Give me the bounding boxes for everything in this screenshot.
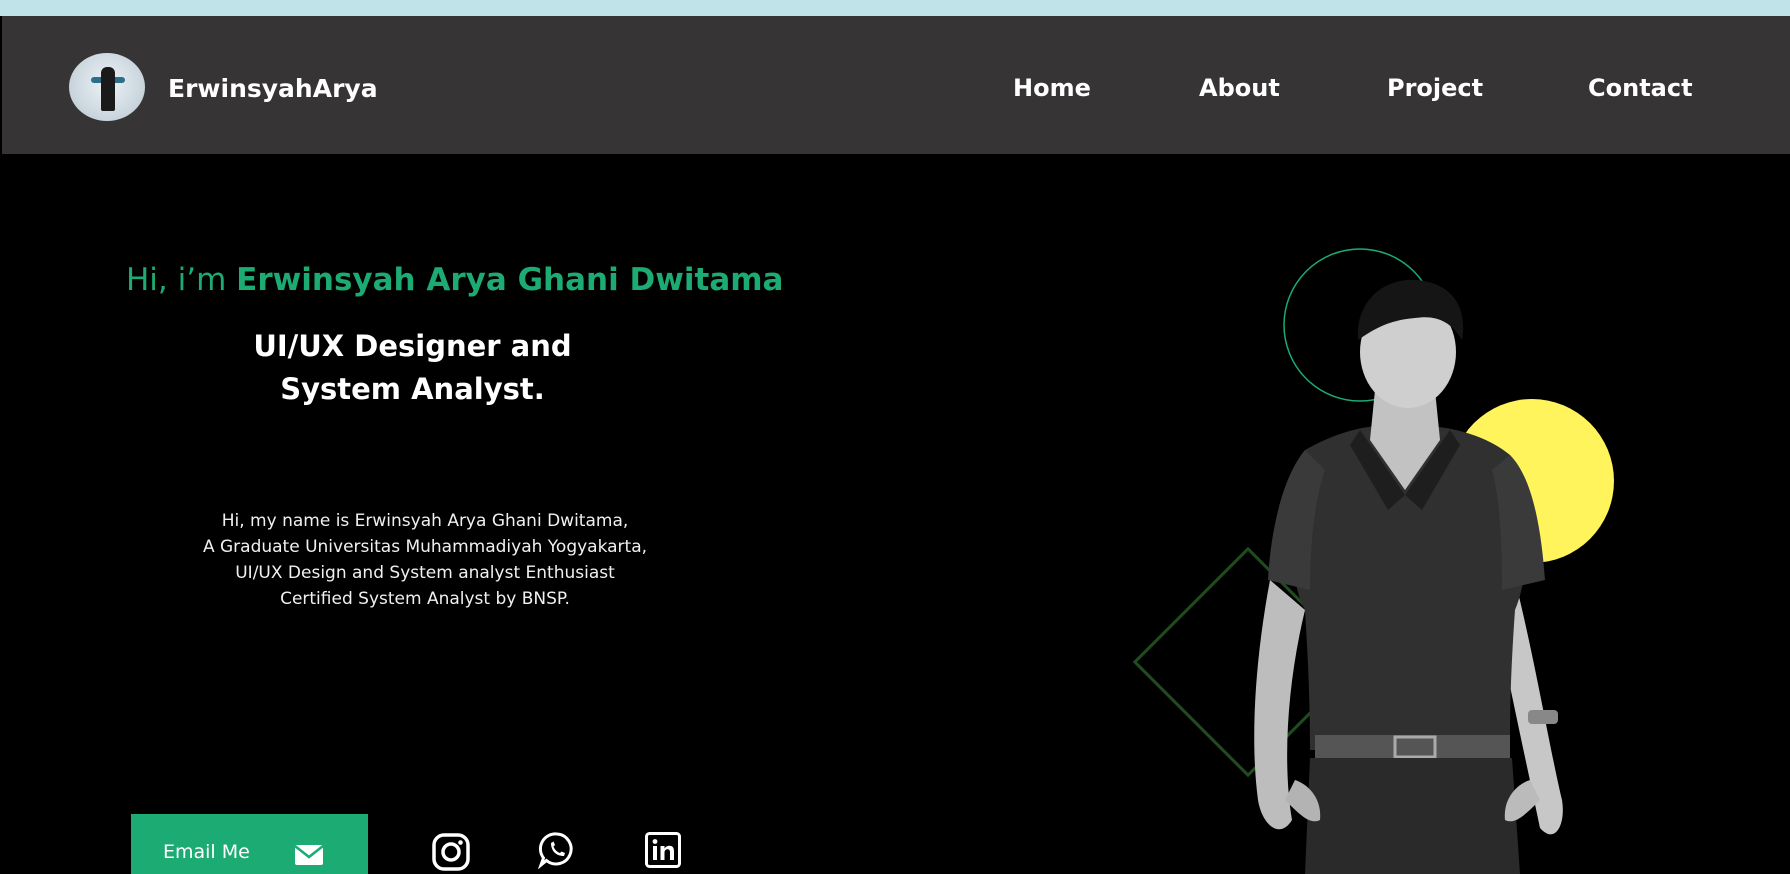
whatsapp-icon[interactable] — [538, 831, 576, 869]
bio-text: Hi, my name is Erwinsyah Arya Ghani Dwit… — [150, 508, 700, 612]
nav-project[interactable]: Project — [1387, 74, 1483, 102]
bio-line-4: Certified System Analyst by BNSP. — [280, 589, 570, 609]
role-line-1: UI/UX Designer and — [253, 329, 572, 363]
top-strip — [0, 0, 1790, 16]
avatar — [69, 53, 145, 121]
instagram-icon[interactable] — [432, 833, 470, 871]
portrait-photo — [1254, 280, 1563, 874]
nav-home[interactable]: Home — [1013, 74, 1091, 102]
greeting-name: Erwinsyah Arya Ghani Dwitama — [236, 262, 784, 298]
bio-line-1: Hi, my name is Erwinsyah Arya Ghani Dwit… — [221, 511, 629, 531]
nav-about[interactable]: About — [1199, 74, 1280, 102]
role-line-2: System Analyst. — [280, 372, 545, 406]
mail-icon — [294, 845, 324, 865]
linkedin-icon[interactable] — [645, 832, 681, 868]
nav-contact[interactable]: Contact — [1588, 74, 1693, 102]
bio-line-2: A Graduate Universitas Muhammadiyah Yogy… — [202, 537, 648, 557]
role-title: UI/UX Designer and System Analyst. — [200, 325, 625, 411]
email-button-label: Email Me — [163, 841, 250, 863]
brand-name[interactable]: ErwinsyahArya — [168, 74, 378, 103]
hero-greeting: Hi, i’m Erwinsyah Arya Ghani Dwitama — [126, 262, 783, 298]
navbar: ErwinsyahArya Home About Project Contact — [2, 16, 1790, 154]
email-me-button[interactable]: Email Me — [131, 814, 368, 874]
bio-line-3: UI/UX Design and System analyst Enthusia… — [235, 563, 615, 583]
greeting-prefix: Hi, i’m — [126, 262, 237, 298]
